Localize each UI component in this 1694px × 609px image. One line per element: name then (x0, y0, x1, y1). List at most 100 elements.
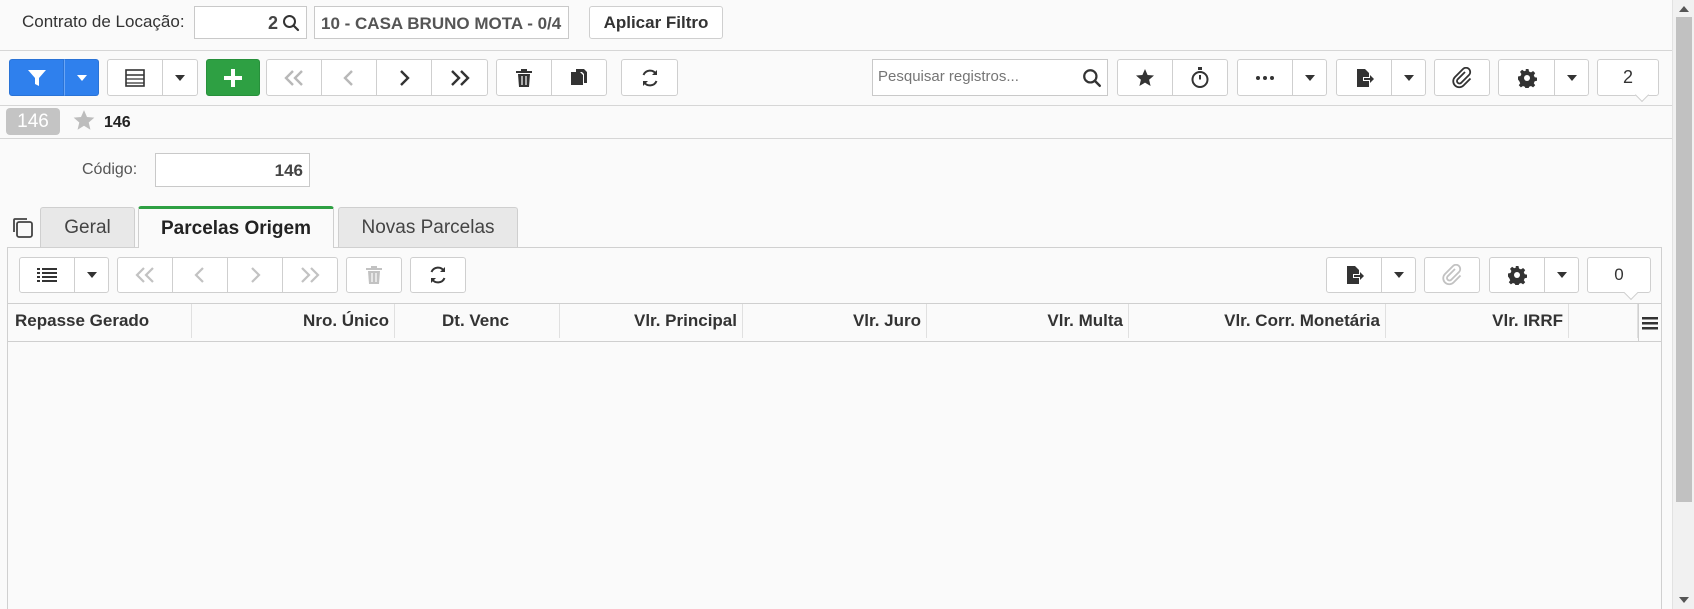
copy-window-icon[interactable] (11, 216, 35, 245)
contract-code-value: 2 (267, 13, 278, 33)
chevron-down-icon (175, 74, 185, 81)
plus-icon (224, 68, 242, 87)
grid-body (8, 342, 1661, 609)
search-records-input[interactable] (872, 59, 1108, 96)
grid-export-button[interactable] (1326, 257, 1382, 293)
column-header[interactable]: Vlr. Corr. Monetária (1129, 304, 1386, 338)
first-record-button[interactable] (266, 59, 322, 96)
list-icon (37, 268, 57, 282)
grid-settings-button[interactable] (1489, 257, 1545, 293)
grid-delete-button[interactable] (346, 257, 402, 293)
settings-button[interactable] (1498, 59, 1555, 96)
grid-settings-dropdown-button[interactable] (1544, 257, 1579, 293)
grid-view-dropdown-button[interactable] (162, 59, 198, 96)
grid-next-button[interactable] (227, 257, 283, 293)
chevron-right-icon (251, 267, 261, 283)
divider (0, 105, 1672, 106)
scrollbar-thumb[interactable] (1676, 17, 1692, 502)
favorite-star-icon[interactable] (72, 109, 96, 137)
export-dropdown-button[interactable] (1391, 59, 1426, 96)
grid-first-button[interactable] (117, 257, 173, 293)
chevron-right-icon (400, 69, 410, 86)
scroll-down-arrow-icon[interactable] (1679, 597, 1689, 603)
grid-last-button[interactable] (282, 257, 338, 293)
refresh-icon (642, 69, 657, 86)
grid-record-counter-value: 0 (1614, 265, 1624, 284)
tab-novas-parcelas[interactable]: Novas Parcelas (338, 207, 518, 247)
filter-button[interactable] (9, 59, 64, 96)
list-view-button[interactable] (19, 257, 75, 293)
grid-previous-button[interactable] (172, 257, 228, 293)
chevron-left-icon (194, 267, 204, 283)
column-header[interactable]: Vlr. IRRF (1386, 304, 1569, 338)
column-header[interactable]: Dt. Venc (395, 304, 560, 338)
chevron-down-icon (1403, 74, 1414, 81)
gear-icon (1517, 68, 1537, 88)
double-chevron-left-icon (135, 267, 154, 283)
record-counter-value: 2 (1622, 67, 1633, 87)
export-file-icon (1347, 266, 1364, 284)
column-header[interactable]: Vlr. Principal (560, 304, 743, 338)
add-button[interactable] (206, 59, 260, 96)
apply-filter-button[interactable]: Aplicar Filtro (589, 6, 723, 39)
last-record-button[interactable] (431, 59, 488, 96)
tab-parcelas-origem[interactable]: Parcelas Origem (138, 206, 334, 248)
contract-code-input[interactable]: 2 (194, 6, 307, 39)
code-field[interactable]: 146 (155, 153, 310, 187)
star-icon (1136, 68, 1154, 86)
trash-icon (366, 266, 382, 284)
chevron-down-icon (1566, 74, 1577, 81)
column-header[interactable]: Vlr. Multa (927, 304, 1129, 338)
export-file-icon (1357, 68, 1374, 87)
divider (0, 138, 1672, 139)
duplicate-button[interactable] (551, 59, 607, 96)
grid-export-dropdown-button[interactable] (1381, 257, 1416, 293)
column-header[interactable]: Vlr. Juro (743, 304, 927, 338)
code-value: 146 (274, 161, 303, 180)
record-title: 146 (104, 114, 131, 131)
favorite-button[interactable] (1117, 59, 1173, 96)
grid-refresh-button[interactable] (410, 257, 466, 293)
delete-button[interactable] (496, 59, 552, 96)
list-view-dropdown-button[interactable] (74, 257, 109, 293)
table-icon (125, 68, 145, 87)
settings-dropdown-button[interactable] (1554, 59, 1589, 96)
double-chevron-right-icon (301, 267, 320, 283)
filter-icon (27, 69, 46, 86)
code-label: Código: (82, 161, 138, 178)
grid-attachment-button[interactable] (1424, 257, 1480, 293)
search-records-field[interactable] (878, 68, 1073, 85)
refresh-icon (430, 266, 446, 284)
column-header[interactable]: Nro. Único (192, 304, 395, 338)
column-menu-button[interactable] (1638, 304, 1661, 341)
next-record-button[interactable] (376, 59, 432, 96)
tab-label: Parcelas Origem (161, 217, 311, 239)
column-header-spacer (1569, 304, 1638, 338)
contract-description-value: 10 - CASA BRUNO MOTA - 0/4 (321, 14, 562, 33)
record-badge-value: 146 (17, 110, 49, 132)
attachment-button[interactable] (1434, 59, 1490, 96)
chevron-down-icon (86, 272, 97, 278)
chevron-down-icon (1393, 272, 1404, 278)
more-options-dropdown-button[interactable] (1292, 59, 1327, 96)
stopwatch-icon (1191, 66, 1209, 88)
double-chevron-right-icon (450, 69, 470, 86)
refresh-button[interactable] (621, 59, 678, 96)
timer-button[interactable] (1172, 59, 1228, 96)
divider (0, 50, 1672, 51)
filter-dropdown-button[interactable] (64, 59, 99, 96)
trash-icon (516, 68, 532, 87)
tab-geral[interactable]: Geral (40, 207, 135, 247)
tab-label: Novas Parcelas (361, 216, 495, 238)
vertical-scrollbar[interactable] (1672, 0, 1694, 609)
grid-view-button[interactable] (107, 59, 163, 96)
previous-record-button[interactable] (321, 59, 377, 96)
copy-icon (571, 68, 587, 85)
scroll-up-arrow-icon[interactable] (1679, 6, 1689, 12)
more-options-button[interactable] (1237, 59, 1293, 96)
column-header[interactable]: Repasse Gerado (8, 304, 192, 338)
search-icon[interactable] (1082, 68, 1102, 93)
grid-record-counter: 0 (1587, 257, 1651, 293)
export-button[interactable] (1336, 59, 1392, 96)
search-icon[interactable] (282, 14, 300, 37)
